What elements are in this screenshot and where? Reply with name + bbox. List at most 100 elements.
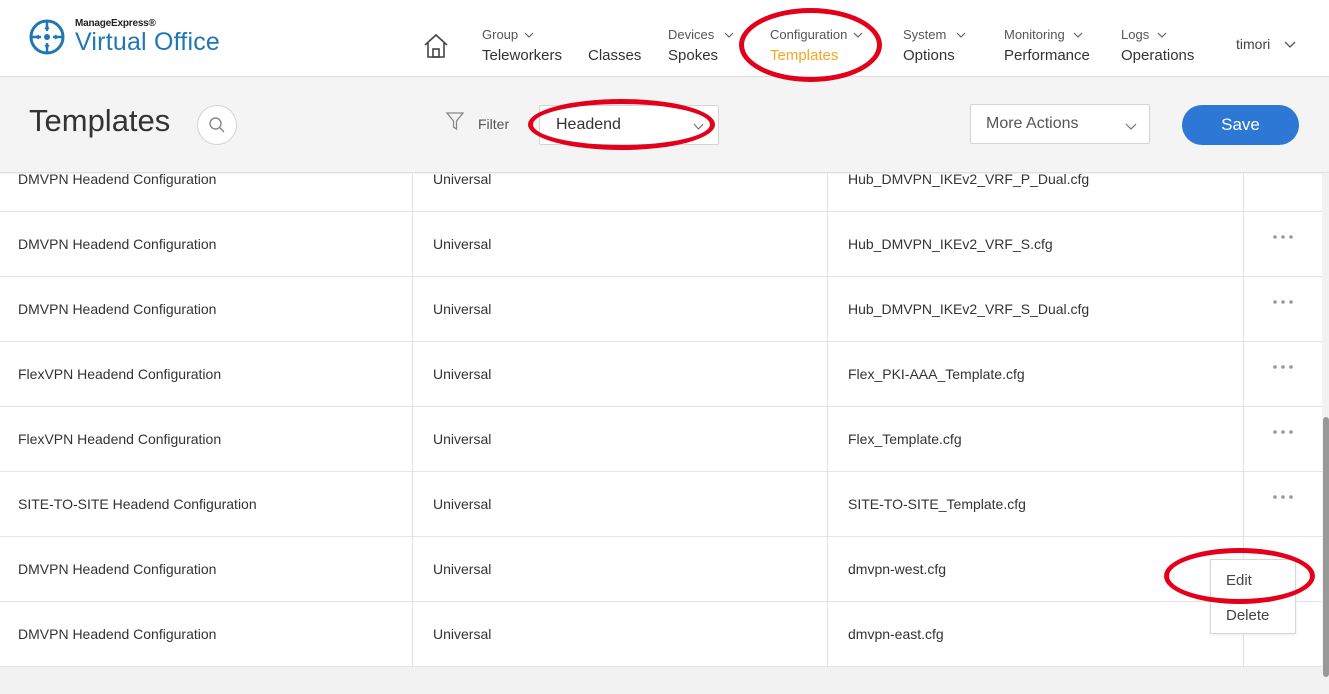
table-row[interactable]: DMVPN Headend Configuration Universal Hub_… bbox=[0, 174, 1322, 212]
nav-label-operations: Operations bbox=[1121, 47, 1195, 64]
template-type-cell: Universal bbox=[433, 496, 492, 512]
column-divider bbox=[827, 472, 828, 537]
nav-label-group: Group bbox=[482, 27, 519, 42]
column-divider bbox=[1243, 277, 1244, 342]
nav-configuration-templates[interactable]: Configuration Templates bbox=[770, 26, 863, 64]
template-type-cell: Universal bbox=[433, 431, 492, 447]
table-row[interactable]: DMVPN Headend Configuration Universal dmvp… bbox=[0, 602, 1322, 667]
template-file-cell: Flex_Template.cfg bbox=[848, 431, 962, 447]
table-row[interactable]: SITE-TO-SITE Headend Configuration Univer… bbox=[0, 472, 1322, 537]
table-row[interactable]: FlexVPN Headend Configuration Universal Fl… bbox=[0, 342, 1322, 407]
nav-label-monitoring: Monitoring bbox=[1004, 27, 1065, 42]
column-divider bbox=[1243, 407, 1244, 472]
chevron-down-icon bbox=[693, 123, 704, 130]
template-file-cell: Flex_PKI-AAA_Template.cfg bbox=[848, 366, 1025, 382]
template-name-cell: FlexVPN Headend Configuration bbox=[18, 431, 222, 447]
chevron-down-icon bbox=[956, 32, 966, 38]
template-file-cell: dmvpn-west.cfg bbox=[848, 561, 947, 577]
more-options-icon[interactable] bbox=[1272, 492, 1294, 502]
top-navigation: ManageExpress® Virtual Office Group Tele… bbox=[0, 0, 1329, 77]
template-name-cell: DMVPN Headend Configuration bbox=[18, 236, 217, 252]
nav-label-options: Options bbox=[903, 47, 955, 64]
user-menu[interactable]: timori bbox=[1236, 36, 1296, 52]
filter-label: Filter bbox=[478, 116, 510, 132]
nav-label-configuration: Configuration bbox=[770, 27, 848, 42]
nav-label-logs: Logs bbox=[1121, 27, 1150, 42]
chevron-down-icon bbox=[1157, 32, 1167, 38]
template-type-cell: Universal bbox=[433, 626, 492, 642]
column-divider bbox=[412, 174, 413, 212]
table-row[interactable]: DMVPN Headend Configuration Universal dmvp… bbox=[0, 537, 1322, 602]
search-button[interactable] bbox=[197, 105, 237, 145]
column-divider bbox=[827, 602, 828, 667]
column-divider bbox=[1243, 342, 1244, 407]
logo-compass-icon bbox=[29, 19, 65, 54]
filter-select[interactable]: Headend bbox=[539, 105, 719, 145]
template-name-cell: FlexVPN Headend Configuration bbox=[18, 366, 222, 382]
chevron-down-icon bbox=[724, 32, 734, 38]
column-divider bbox=[827, 212, 828, 277]
edit-menu-item[interactable]: Edit bbox=[1211, 562, 1297, 598]
template-type-cell: Universal bbox=[433, 561, 492, 577]
more-options-icon[interactable] bbox=[1272, 427, 1294, 437]
nav-label-classes: Classes bbox=[588, 47, 642, 64]
nav-label-teleworkers: Teleworkers bbox=[482, 47, 563, 64]
more-options-icon[interactable] bbox=[1272, 297, 1294, 307]
template-file-cell: Hub_DMVPN_IKEv2_VRF_S_Dual.cfg bbox=[848, 301, 1090, 317]
templates-table: DMVPN Headend Configuration Universal Hub_… bbox=[0, 174, 1322, 694]
column-divider bbox=[412, 342, 413, 407]
app-logo[interactable]: ManageExpress® Virtual Office bbox=[29, 18, 220, 55]
more-options-icon[interactable] bbox=[1272, 362, 1294, 372]
column-divider bbox=[1243, 174, 1244, 212]
nav-label-templates: Templates bbox=[770, 47, 839, 64]
table-row[interactable]: DMVPN Headend Configuration Universal Hub_… bbox=[0, 212, 1322, 277]
save-button[interactable]: Save bbox=[1182, 105, 1299, 145]
column-divider bbox=[827, 537, 828, 602]
scrollbar[interactable] bbox=[1322, 174, 1329, 694]
template-name-cell: SITE-TO-SITE Headend Configuration bbox=[18, 496, 257, 512]
nav-monitoring-performance[interactable]: Monitoring Performance bbox=[1004, 26, 1090, 64]
table-row[interactable]: DMVPN Headend Configuration Universal Hub_… bbox=[0, 277, 1322, 342]
template-type-cell: Universal bbox=[433, 236, 492, 252]
more-actions-dropdown[interactable]: More Actions bbox=[970, 104, 1150, 144]
brand-name: Virtual Office bbox=[75, 28, 220, 56]
nav-label-performance: Performance bbox=[1004, 47, 1090, 64]
column-divider bbox=[827, 342, 828, 407]
delete-menu-item[interactable]: Delete bbox=[1211, 597, 1297, 633]
template-name-cell: DMVPN Headend Configuration bbox=[18, 626, 217, 642]
row-context-menu: Edit Delete bbox=[1210, 559, 1296, 634]
column-divider bbox=[412, 537, 413, 602]
search-icon bbox=[209, 117, 225, 133]
nav-classes[interactable]: Classes bbox=[588, 26, 641, 64]
filter-value: Headend bbox=[556, 116, 621, 133]
home-icon[interactable] bbox=[422, 32, 450, 60]
user-name: timori bbox=[1236, 36, 1271, 52]
template-file-cell: SITE-TO-SITE_Template.cfg bbox=[848, 496, 1026, 512]
nav-group-teleworkers[interactable]: Group Teleworkers bbox=[482, 26, 562, 64]
template-name-cell: DMVPN Headend Configuration bbox=[18, 174, 217, 187]
template-type-cell: Universal bbox=[433, 301, 492, 317]
chevron-down-icon bbox=[1284, 41, 1296, 48]
column-divider bbox=[412, 212, 413, 277]
template-name-cell: DMVPN Headend Configuration bbox=[18, 561, 217, 577]
chevron-down-icon bbox=[1073, 32, 1083, 38]
column-divider bbox=[1243, 212, 1244, 277]
table-row[interactable]: FlexVPN Headend Configuration Universal Fl… bbox=[0, 407, 1322, 472]
template-name-cell: DMVPN Headend Configuration bbox=[18, 301, 217, 317]
template-file-cell: Hub_DMVPN_IKEv2_VRF_S.cfg bbox=[848, 236, 1053, 252]
chevron-down-icon bbox=[853, 32, 863, 38]
nav-system-options[interactable]: System Options bbox=[903, 26, 966, 64]
template-type-cell: Universal bbox=[433, 174, 492, 187]
nav-logs-operations[interactable]: Logs Operations bbox=[1121, 26, 1194, 64]
column-divider bbox=[412, 602, 413, 667]
column-divider bbox=[827, 277, 828, 342]
template-file-cell: dmvpn-east.cfg bbox=[848, 626, 944, 642]
page-title: Templates bbox=[29, 103, 171, 138]
template-file-cell: Hub_DMVPN_IKEv2_VRF_P_Dual.cfg bbox=[848, 174, 1090, 187]
nav-devices-spokes[interactable]: Devices Spokes bbox=[668, 26, 734, 64]
more-options-icon[interactable] bbox=[1272, 232, 1294, 242]
column-divider bbox=[1243, 472, 1244, 537]
nav-label-system: System bbox=[903, 27, 947, 42]
more-actions-label: More Actions bbox=[986, 115, 1079, 132]
scrollbar-thumb[interactable] bbox=[1323, 417, 1329, 677]
